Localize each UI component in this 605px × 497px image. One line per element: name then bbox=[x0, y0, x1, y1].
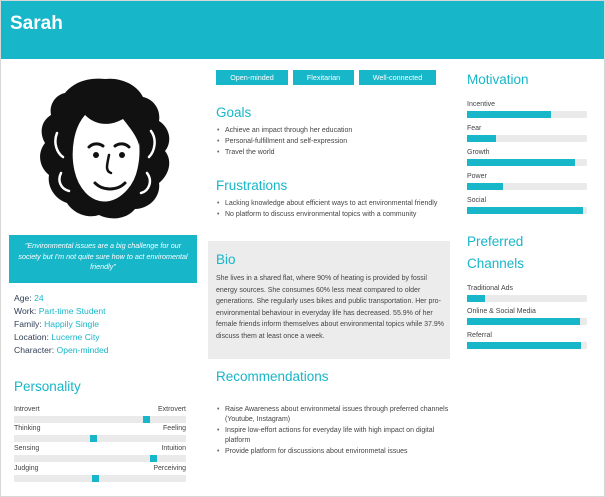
persona-card: Sarah "Environmental issues are a big ch… bbox=[0, 0, 605, 497]
bio-text: She lives in a shared flat, where 90% of… bbox=[216, 275, 445, 340]
bio-title: Bio bbox=[216, 252, 236, 267]
fact-family: Family: Happily Single bbox=[14, 319, 100, 329]
list-item: Raise Awareness about environmetal issue… bbox=[217, 405, 452, 425]
bar-track bbox=[467, 295, 587, 302]
persona-name: Sarah bbox=[10, 13, 63, 34]
channel-bar-traditional-ads: Traditional Ads bbox=[467, 285, 587, 307]
channels-title-line2: Channels bbox=[467, 256, 525, 271]
list-item: Inspire low-effort actions for everyday … bbox=[217, 426, 452, 446]
list-item: Lacking knowledge about efficient ways t… bbox=[217, 199, 447, 209]
trait-track bbox=[14, 455, 186, 462]
persona-facts: Age: 24 Work: Part-time Student Family: … bbox=[14, 292, 109, 357]
fact-location: Location: Lucerne City bbox=[14, 332, 100, 342]
bar-label: Referral bbox=[467, 332, 492, 339]
bar-fill bbox=[467, 159, 575, 166]
frustrations-title: Frustrations bbox=[216, 178, 288, 193]
bar-fill bbox=[467, 183, 503, 190]
frustrations-list: Lacking knowledge about efficient ways t… bbox=[217, 199, 447, 221]
trait-right-label: Perceiving bbox=[153, 465, 186, 472]
tag-open-minded: Open-minded bbox=[216, 70, 288, 85]
trait-marker bbox=[143, 416, 151, 423]
channel-bar-online-social-media: Online & Social Media bbox=[467, 308, 587, 330]
bar-label: Social bbox=[467, 197, 487, 204]
trait-left-label: Thinking bbox=[14, 425, 41, 432]
motivation-bar-incentive: Incentive bbox=[467, 101, 587, 123]
trait-track bbox=[14, 475, 186, 482]
bar-label: Incentive bbox=[467, 101, 496, 108]
avatar-icon bbox=[40, 78, 170, 219]
list-item: No platform to discuss environmental top… bbox=[217, 210, 447, 220]
persona-quote: "Environmental issues are a big challeng… bbox=[9, 235, 197, 283]
personality-title: Personality bbox=[14, 379, 81, 394]
tag-flexitarian: Flexitarian bbox=[293, 70, 354, 85]
bar-label: Fear bbox=[467, 125, 482, 132]
motivation-bar-growth: Growth bbox=[467, 149, 587, 171]
trait-right-label: Extrovert bbox=[157, 406, 186, 413]
bar-fill bbox=[467, 318, 580, 325]
trait-left-label: Judging bbox=[14, 465, 39, 472]
tag-well-connected: Well-connected bbox=[359, 70, 436, 85]
recommendations-list: Raise Awareness about environmetal issue… bbox=[217, 405, 452, 458]
goals-list: Achieve an impact through her education … bbox=[217, 126, 447, 159]
trait-marker bbox=[150, 455, 158, 462]
list-item: Provide platform for discussions about e… bbox=[217, 447, 452, 457]
list-item: Travel the world bbox=[217, 148, 447, 158]
motivation-bar-power: Power bbox=[467, 173, 587, 195]
trait-track bbox=[14, 416, 186, 423]
trait-track bbox=[14, 435, 186, 442]
trait-marker bbox=[91, 475, 99, 482]
trait-left-label: Introvert bbox=[14, 406, 40, 413]
fact-character: Character: Open-minded bbox=[14, 345, 109, 355]
bar-fill bbox=[467, 295, 485, 302]
channels-title-line1: Preferred bbox=[467, 234, 524, 249]
trait-row-judging-perceiving: Judging Perceiving bbox=[14, 465, 186, 489]
fact-work: Work: Part-time Student bbox=[14, 306, 106, 316]
goals-title: Goals bbox=[216, 105, 252, 120]
trait-marker bbox=[90, 435, 98, 442]
fact-age: Age: 24 bbox=[14, 293, 44, 303]
list-item: Personal-fulfillment and self-expression bbox=[217, 137, 447, 147]
bar-label: Online & Social Media bbox=[467, 308, 536, 315]
motivation-title: Motivation bbox=[467, 72, 529, 87]
trait-left-label: Sensing bbox=[14, 445, 40, 452]
bar-fill bbox=[467, 342, 581, 349]
bar-label: Growth bbox=[467, 149, 490, 156]
list-item: Achieve an impact through her education bbox=[217, 126, 447, 136]
persona-header: Sarah bbox=[1, 1, 604, 59]
bar-fill bbox=[467, 111, 551, 118]
motivation-bar-social: Social bbox=[467, 197, 587, 219]
recommendations-title: Recommendations bbox=[216, 369, 329, 384]
bar-fill bbox=[467, 135, 496, 142]
trait-right-label: Intuition bbox=[161, 445, 186, 452]
bar-label: Power bbox=[467, 173, 487, 180]
bar-label: Traditional Ads bbox=[467, 285, 514, 292]
channel-bar-referral: Referral bbox=[467, 332, 587, 354]
motivation-bar-fear: Fear bbox=[467, 125, 587, 147]
bar-fill bbox=[467, 207, 584, 214]
trait-right-label: Feeling bbox=[163, 425, 186, 432]
